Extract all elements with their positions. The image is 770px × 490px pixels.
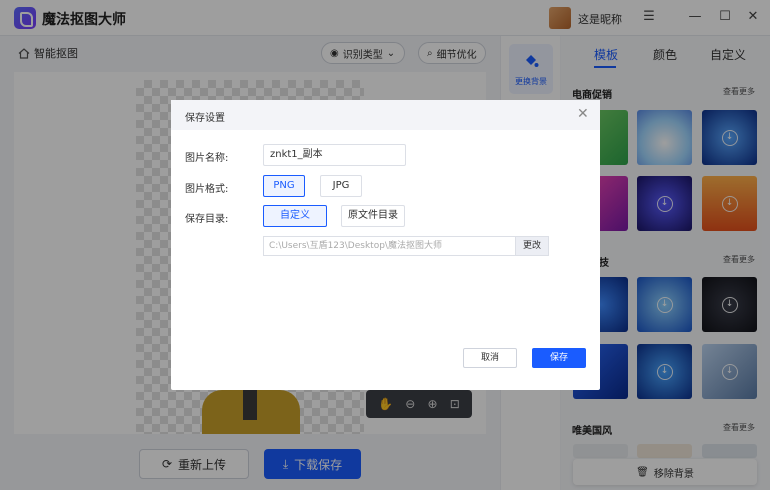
dir-option-source[interactable]: 原文件目录 <box>341 205 405 227</box>
image-format-label: 图片格式: <box>185 184 229 195</box>
dir-option-custom[interactable]: 自定义 <box>263 205 327 227</box>
dialog-title: 保存设置 <box>185 113 225 124</box>
save-settings-dialog: 保存设置 ✕ 图片名称: znkt1_副本 图片格式: PNG JPG 保存目录… <box>171 100 600 390</box>
format-option-png[interactable]: PNG <box>263 175 305 197</box>
dialog-close-icon[interactable]: ✕ <box>577 106 589 122</box>
image-name-label: 图片名称: <box>185 153 229 164</box>
image-name-input[interactable]: znkt1_副本 <box>263 144 406 166</box>
dialog-header: 保存设置 ✕ <box>171 100 600 130</box>
save-path-field[interactable]: C:\Users\互盾123\Desktop\魔法抠图大师 <box>263 236 515 256</box>
cancel-button[interactable]: 取消 <box>463 348 517 368</box>
format-option-jpg[interactable]: JPG <box>320 175 362 197</box>
save-button[interactable]: 保存 <box>532 348 586 368</box>
save-dir-label: 保存目录: <box>185 214 229 225</box>
app-window: 魔法抠图大师 这是昵称 ☰ — ☐ ✕ 智能抠图 ◉ 识别类型 ⌄ ⌕ 细节优化… <box>0 0 770 490</box>
change-path-button[interactable]: 更改 <box>515 236 549 256</box>
